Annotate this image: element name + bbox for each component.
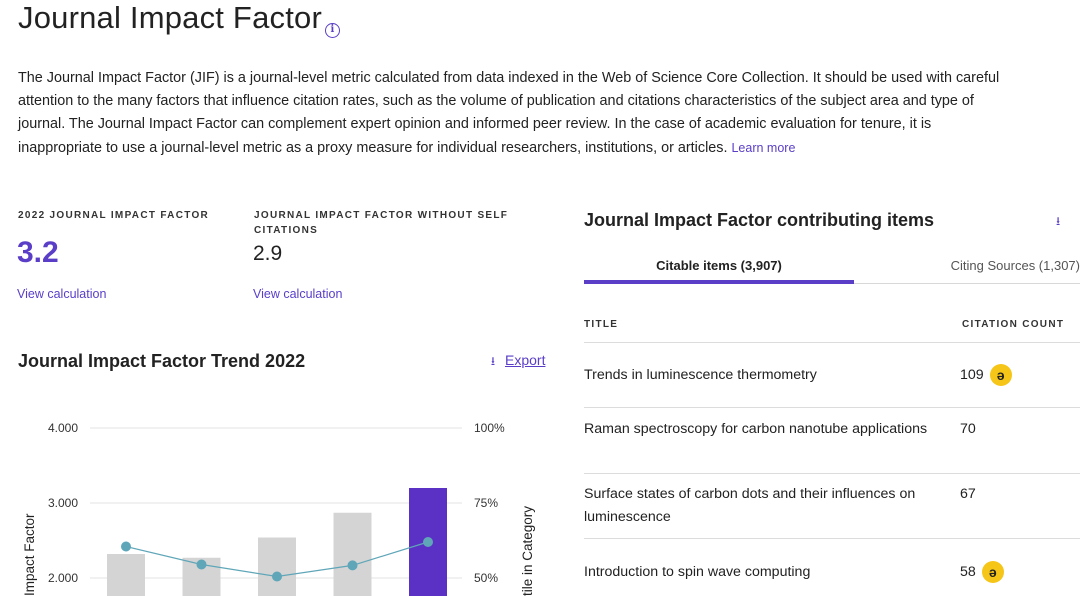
y2-axis-label: tile in Category: [520, 506, 535, 596]
learn-more-link[interactable]: Learn more: [731, 141, 795, 155]
table-row-count: 67: [960, 483, 976, 506]
page-title-text: Journal Impact Factor: [18, 0, 322, 35]
trend-point: [196, 559, 207, 570]
y-tick-label: 3.000: [48, 496, 78, 510]
description-text: The Journal Impact Factor (JIF) is a jou…: [18, 70, 1000, 156]
download-icon[interactable]: ⭳: [1056, 212, 1060, 233]
tab-citable-items[interactable]: Citable items (3,907): [584, 257, 854, 275]
chart-bar: [107, 554, 145, 596]
download-icon: ⭳: [490, 354, 496, 368]
active-tab-indicator: [584, 280, 854, 284]
row-divider: [584, 473, 1080, 474]
open-access-icon: ə: [989, 364, 1012, 387]
y2-tick-label: 50%: [474, 571, 498, 585]
table-row-title[interactable]: Raman spectroscopy for carbon nanotube a…: [584, 418, 944, 441]
y2-tick-label: 100%: [474, 421, 505, 435]
table-row-count: 58 ə: [960, 561, 1004, 584]
row-divider: [584, 342, 1080, 343]
chart-bar: [258, 537, 296, 596]
export-label: Export: [505, 352, 546, 368]
citation-count: 70: [960, 421, 976, 437]
jif-noself-view-calculation-link[interactable]: View calculation: [253, 286, 342, 302]
chart-bar: [333, 512, 372, 596]
y2-tick-label: 75%: [474, 496, 498, 510]
column-header-title[interactable]: TITLE: [584, 318, 618, 332]
open-access-icon: ə: [981, 561, 1004, 584]
page-description: The Journal Impact Factor (JIF) is a jou…: [18, 67, 1008, 160]
citation-count: 58: [960, 564, 976, 580]
table-row-title[interactable]: Trends in luminescence thermometry: [584, 364, 944, 387]
row-divider: [584, 538, 1080, 539]
y-tick-label: 2.000: [48, 571, 78, 585]
jif-label: 2022 JOURNAL IMPACT FACTOR: [18, 210, 210, 221]
table-row-count: 109 ə: [960, 364, 1012, 387]
jif-view-calculation-link[interactable]: View calculation: [17, 286, 106, 302]
trend-point: [272, 571, 282, 582]
jif-value: 3.2: [17, 236, 59, 269]
row-divider: [584, 407, 1080, 408]
column-header-citation-count[interactable]: CITATION COUNT: [962, 318, 1064, 332]
jif-noself-label: JOURNAL IMPACT FACTOR WITHOUT SELF CITAT…: [254, 210, 509, 236]
impact-factor-trend-chart: 4.0003.0002.000100%75%50% Impact Factor …: [22, 421, 535, 596]
trend-point: [423, 537, 433, 547]
info-icon[interactable]: i: [324, 23, 340, 38]
trend-point: [121, 541, 131, 552]
y-tick-label: 4.000: [48, 421, 78, 435]
table-row-title[interactable]: Surface states of carbon dots and their …: [584, 483, 944, 529]
y-axis-label: Impact Factor: [22, 513, 37, 596]
citation-count: 67: [960, 486, 976, 502]
table-row-title[interactable]: Introduction to spin wave computing: [584, 561, 944, 584]
contrib-title: Journal Impact Factor contributing items: [584, 210, 935, 230]
export-button[interactable]: ⭳ Export: [487, 350, 546, 371]
citation-count: 109: [960, 367, 984, 383]
table-row-count: 70: [960, 418, 976, 441]
page-title: Journal Impact Factor i: [18, 0, 340, 38]
trend-title: Journal Impact Factor Trend 2022: [18, 351, 306, 371]
trend-point: [347, 560, 358, 571]
tab-citing-sources[interactable]: Citing Sources (1,307): [880, 257, 1080, 275]
jif-noself-value: 2.9: [253, 242, 283, 265]
